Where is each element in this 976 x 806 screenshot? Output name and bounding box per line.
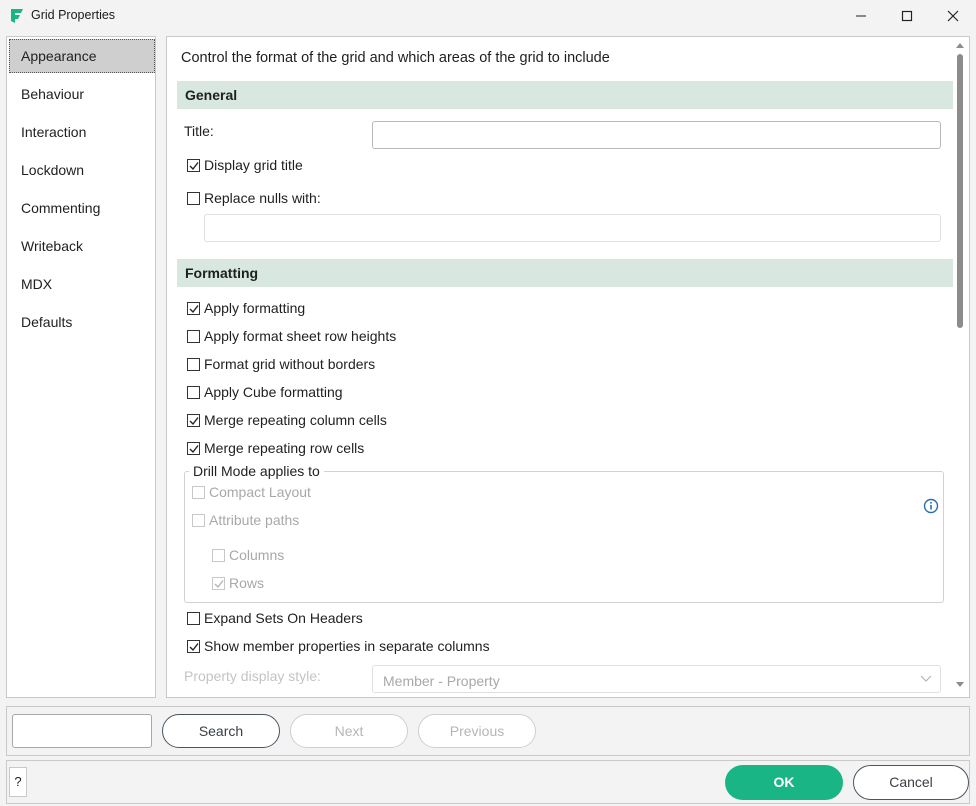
checkbox-box[interactable]: [192, 513, 205, 527]
checkbox-box[interactable]: [187, 357, 200, 371]
close-button[interactable]: [930, 0, 976, 32]
search-button[interactable]: Search: [162, 714, 280, 748]
checkmark-icon: [189, 304, 199, 313]
appearance-panel: Control the format of the grid and which…: [166, 36, 970, 698]
checkmark-icon: [189, 161, 199, 170]
cube-formatting-checkbox[interactable]: Apply Cube formatting: [187, 382, 343, 402]
sidebar-item-defaults[interactable]: Defaults: [9, 305, 155, 339]
sidebar-item-interaction[interactable]: Interaction: [9, 115, 155, 149]
checkmark-icon: [214, 579, 224, 588]
scroll-up-icon[interactable]: [956, 42, 964, 48]
close-icon: [947, 10, 959, 22]
search-input[interactable]: [12, 714, 152, 748]
ok-button[interactable]: OK: [725, 765, 843, 800]
sidebar-item-mdx[interactable]: MDX: [9, 267, 155, 301]
member-properties-label: Show member properties in separate colum…: [204, 638, 490, 654]
checkbox-box[interactable]: [212, 548, 225, 562]
info-icon[interactable]: [923, 498, 939, 514]
merge-columns-checkbox[interactable]: Merge repeating column cells: [187, 410, 387, 430]
apply-row-heights-label: Apply format sheet row heights: [204, 328, 397, 344]
display-grid-title-label: Display grid title: [204, 157, 303, 173]
sidebar-item-commenting[interactable]: Commenting: [9, 191, 155, 225]
display-grid-title-checkbox[interactable]: Display grid title: [187, 155, 303, 175]
minimize-button[interactable]: [838, 0, 884, 32]
dialog-footer: ? OK Cancel: [6, 760, 970, 804]
without-borders-label: Format grid without borders: [204, 356, 376, 372]
chevron-down-icon: [920, 675, 932, 682]
rows-checkbox[interactable]: Rows: [212, 573, 264, 593]
section-header-formatting: Formatting: [177, 259, 953, 287]
checkmark-icon: [189, 416, 199, 425]
checkbox-box[interactable]: [187, 191, 200, 205]
checkbox-box[interactable]: [187, 639, 200, 653]
maximize-button[interactable]: [884, 0, 930, 32]
replace-nulls-label: Replace nulls with:: [204, 190, 321, 206]
checkbox-box[interactable]: [187, 301, 200, 315]
checkbox-box[interactable]: [212, 576, 225, 590]
checkmark-icon: [189, 642, 199, 651]
rows-label: Rows: [229, 575, 265, 591]
scroll-thumb[interactable]: [957, 54, 963, 328]
title-bar: Grid Properties: [0, 0, 976, 32]
title-label: Title:: [184, 123, 214, 139]
next-button[interactable]: Next: [290, 714, 408, 748]
property-style-value: Member - Property: [383, 673, 500, 689]
checkbox-box[interactable]: [187, 441, 200, 455]
checkbox-box[interactable]: [187, 385, 200, 399]
checkbox-box[interactable]: [192, 485, 205, 499]
maximize-icon: [901, 10, 913, 22]
columns-checkbox[interactable]: Columns: [212, 545, 284, 565]
attribute-paths-label: Attribute paths: [209, 512, 300, 528]
attribute-paths-checkbox[interactable]: Attribute paths: [192, 510, 299, 530]
sidebar-item-lockdown[interactable]: Lockdown: [9, 153, 155, 187]
checkbox-box[interactable]: [187, 611, 200, 625]
scroll-down-icon[interactable]: [956, 682, 964, 688]
compact-layout-label: Compact Layout: [209, 484, 311, 500]
cube-formatting-label: Apply Cube formatting: [204, 384, 343, 400]
property-style-select[interactable]: Member - Property: [372, 665, 941, 693]
sidebar-item-writeback[interactable]: Writeback: [9, 229, 155, 263]
compact-layout-checkbox[interactable]: Compact Layout: [192, 482, 311, 502]
apply-formatting-checkbox[interactable]: Apply formatting: [187, 298, 305, 318]
merge-rows-label: Merge repeating row cells: [204, 440, 365, 456]
merge-columns-label: Merge repeating column cells: [204, 412, 387, 428]
content-scrollbar[interactable]: [954, 40, 966, 692]
minimize-icon: [856, 15, 866, 17]
title-input[interactable]: [372, 121, 941, 149]
section-header-general: General: [177, 81, 953, 109]
checkmark-icon: [189, 444, 199, 453]
checkbox-box[interactable]: [187, 158, 200, 172]
drill-mode-legend: Drill Mode applies to: [189, 463, 324, 479]
replace-nulls-input[interactable]: [204, 214, 941, 242]
checkbox-box[interactable]: [187, 329, 200, 343]
expand-sets-label: Expand Sets On Headers: [204, 610, 363, 626]
previous-button[interactable]: Previous: [418, 714, 536, 748]
without-borders-checkbox[interactable]: Format grid without borders: [187, 354, 375, 374]
checkbox-box[interactable]: [187, 413, 200, 427]
apply-row-heights-checkbox[interactable]: Apply format sheet row heights: [187, 326, 396, 346]
window-title: Grid Properties: [31, 8, 116, 22]
merge-rows-checkbox[interactable]: Merge repeating row cells: [187, 438, 364, 458]
replace-nulls-checkbox[interactable]: Replace nulls with:: [187, 188, 321, 208]
columns-label: Columns: [229, 547, 285, 563]
property-style-label: Property display style:: [184, 668, 321, 684]
panel-description: Control the format of the grid and which…: [181, 50, 610, 66]
cancel-button[interactable]: Cancel: [853, 765, 969, 800]
member-properties-checkbox[interactable]: Show member properties in separate colum…: [187, 636, 490, 656]
sidebar-item-appearance[interactable]: Appearance: [9, 39, 155, 73]
search-bar: Search Next Previous: [6, 706, 970, 756]
fluence-logo-icon: [11, 9, 23, 23]
sidebar-item-behaviour[interactable]: Behaviour: [9, 77, 155, 111]
sidebar-nav: Appearance Behaviour Interaction Lockdow…: [6, 36, 156, 698]
help-button[interactable]: ?: [9, 767, 27, 797]
apply-formatting-label: Apply formatting: [204, 300, 306, 316]
expand-sets-checkbox[interactable]: Expand Sets On Headers: [187, 608, 363, 628]
